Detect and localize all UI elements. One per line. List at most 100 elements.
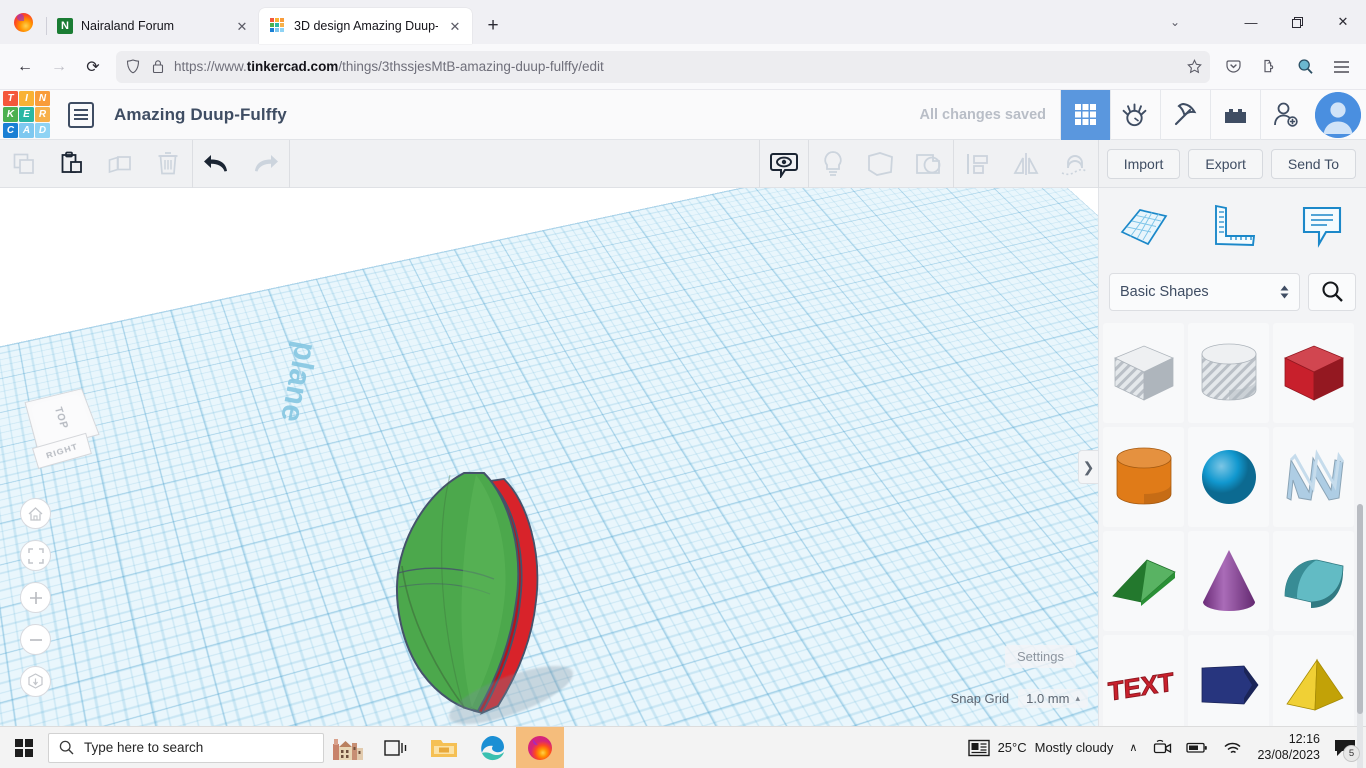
note-tool-icon[interactable] <box>1277 202 1366 250</box>
user-avatar[interactable] <box>1315 92 1361 138</box>
taskbar-clock[interactable]: 12:16 23/08/2023 <box>1249 732 1328 763</box>
magnet-ruler-icon[interactable] <box>1050 140 1098 188</box>
app-menu-icon[interactable] <box>1324 51 1358 83</box>
star-outline-icon[interactable] <box>1187 59 1202 74</box>
browser-tab-strip: N Nairaland Forum ✕ 3D design Amazing Du… <box>0 0 1366 44</box>
import-button[interactable]: Import <box>1107 149 1181 179</box>
panel-list-icon[interactable] <box>68 102 94 128</box>
forward-button[interactable]: → <box>42 51 76 83</box>
zoom-magnifier-icon[interactable] <box>1288 51 1322 83</box>
firefox-icon[interactable] <box>516 727 564 768</box>
toolbar-divider <box>289 140 290 188</box>
logo-tile-i: I <box>19 91 34 106</box>
weather-widget[interactable]: 25°C Mostly cloudy <box>961 727 1121 768</box>
shape-sphere[interactable] <box>1188 427 1269 527</box>
browser-tab-tinkercad[interactable]: 3D design Amazing Duup-Fulffy ✕ <box>259 8 472 44</box>
shape-round-roof[interactable] <box>1273 531 1354 631</box>
blocks-grid-icon[interactable] <box>1060 90 1110 140</box>
orthographic-toggle-icon[interactable] <box>20 666 51 697</box>
group-shapes-icon[interactable] <box>857 140 905 188</box>
shield-icon[interactable] <box>124 58 141 75</box>
align-icon[interactable] <box>954 140 1002 188</box>
paste-icon[interactable] <box>48 140 96 188</box>
workplane-grid[interactable] <box>0 188 1098 726</box>
shape-box[interactable] <box>1273 323 1354 423</box>
extensions-icon[interactable] <box>1252 51 1286 83</box>
home-view-icon[interactable] <box>20 498 51 529</box>
copy-icon[interactable] <box>0 140 48 188</box>
design-canvas[interactable]: plane TOP RIGHT Settings Snap Grid 1.0 m… <box>0 188 1098 726</box>
meet-now-camera-icon[interactable] <box>1146 727 1179 768</box>
microsoft-edge-icon[interactable] <box>468 727 516 768</box>
shape-polygon[interactable] <box>1188 635 1269 726</box>
view-cube-right-label: RIGHT <box>45 442 79 461</box>
shape-cylinder[interactable] <box>1103 427 1184 527</box>
shape-roof[interactable] <box>1103 531 1184 631</box>
url-bar[interactable]: https://www.tinkercad.com/things/3thssje… <box>116 51 1210 83</box>
canvas-settings-button[interactable]: Settings <box>1005 645 1076 668</box>
minecraft-pickaxe-icon[interactable] <box>1160 90 1210 140</box>
simulate-hand-icon[interactable] <box>1110 90 1160 140</box>
windows-start-icon[interactable] <box>0 727 48 768</box>
undo-icon[interactable] <box>193 140 241 188</box>
shape-tool-group <box>760 140 1098 188</box>
sidebar-tool-row <box>1099 188 1366 264</box>
pocket-icon[interactable] <box>1216 51 1250 83</box>
shape-cylinder-hole[interactable] <box>1188 323 1269 423</box>
redo-icon[interactable] <box>241 140 289 188</box>
lock-icon[interactable] <box>149 58 166 75</box>
logo-tile-c: C <box>3 123 18 138</box>
browser-tab-nairaland[interactable]: N Nairaland Forum ✕ <box>46 8 259 44</box>
zoom-out-icon[interactable] <box>20 624 51 655</box>
show-hidden-icons-chevron[interactable]: ∧ <box>1120 727 1146 768</box>
minimize-button[interactable]: — <box>1228 0 1274 44</box>
back-button[interactable]: ← <box>8 51 42 83</box>
shape-search-button[interactable] <box>1308 273 1356 311</box>
lightbulb-hint-icon[interactable] <box>809 140 857 188</box>
shape-category-select[interactable]: Basic Shapes <box>1109 273 1300 311</box>
snap-grid-value-dropdown[interactable]: 1.0 mm ▴ <box>1018 689 1088 708</box>
widgets-town-icon[interactable] <box>324 727 372 768</box>
search-placeholder: Type here to search <box>84 740 203 755</box>
invite-person-icon[interactable] <box>1260 90 1310 140</box>
wifi-icon[interactable] <box>1215 727 1249 768</box>
battery-icon[interactable] <box>1179 727 1215 768</box>
ungroup-shapes-icon[interactable] <box>905 140 953 188</box>
task-view-icon[interactable] <box>372 727 420 768</box>
list-all-tabs-icon[interactable]: ⌄ <box>1152 0 1198 44</box>
maximize-button[interactable] <box>1274 0 1320 44</box>
workplane-tool-icon[interactable] <box>1099 202 1188 250</box>
mirror-flip-icon[interactable] <box>1002 140 1050 188</box>
export-button[interactable]: Export <box>1188 149 1262 179</box>
close-window-button[interactable]: ✕ <box>1320 0 1366 44</box>
lego-brick-icon[interactable] <box>1210 90 1260 140</box>
zoom-in-icon[interactable] <box>20 582 51 613</box>
shape-scribble[interactable] <box>1273 427 1354 527</box>
shape-cone[interactable] <box>1188 531 1269 631</box>
tinkercad-logo[interactable]: TIN KER CAD <box>3 91 50 138</box>
collapse-panel-button[interactable]: ❯ <box>1078 450 1098 484</box>
shape-text[interactable]: TEXT <box>1103 635 1184 726</box>
show-hide-eye-icon[interactable] <box>760 140 808 188</box>
view-cube[interactable]: TOP RIGHT <box>22 386 104 470</box>
taskbar-search-input[interactable]: Type here to search <box>48 733 324 763</box>
shape-pyramid[interactable] <box>1273 635 1354 726</box>
reload-button[interactable]: ⟳ <box>76 51 110 83</box>
send-to-button[interactable]: Send To <box>1271 149 1356 179</box>
clock-time: 12:16 <box>1289 732 1320 748</box>
green-red-dome-shape[interactable] <box>386 461 546 716</box>
notification-center[interactable]: 5 <box>1328 727 1362 768</box>
new-tab-button[interactable]: + <box>478 11 508 41</box>
file-explorer-icon[interactable] <box>420 727 468 768</box>
tab-close-button[interactable]: ✕ <box>233 17 251 35</box>
tinkercad-toolbar: Import Export Send To <box>0 140 1366 188</box>
ruler-tool-icon[interactable] <box>1188 202 1277 250</box>
tab-close-button[interactable]: ✕ <box>446 17 464 35</box>
view-cube-top-label: TOP <box>52 406 71 431</box>
delete-trash-icon[interactable] <box>144 140 192 188</box>
shape-box-hole[interactable] <box>1103 323 1184 423</box>
duplicate-icon[interactable] <box>96 140 144 188</box>
page-title[interactable]: Amazing Duup-Fulffy <box>114 105 287 125</box>
tinkercad-header: TINKERCAD Amazing Duup-Fulffy All change… <box>0 90 1366 140</box>
fit-to-view-icon[interactable] <box>20 540 51 571</box>
